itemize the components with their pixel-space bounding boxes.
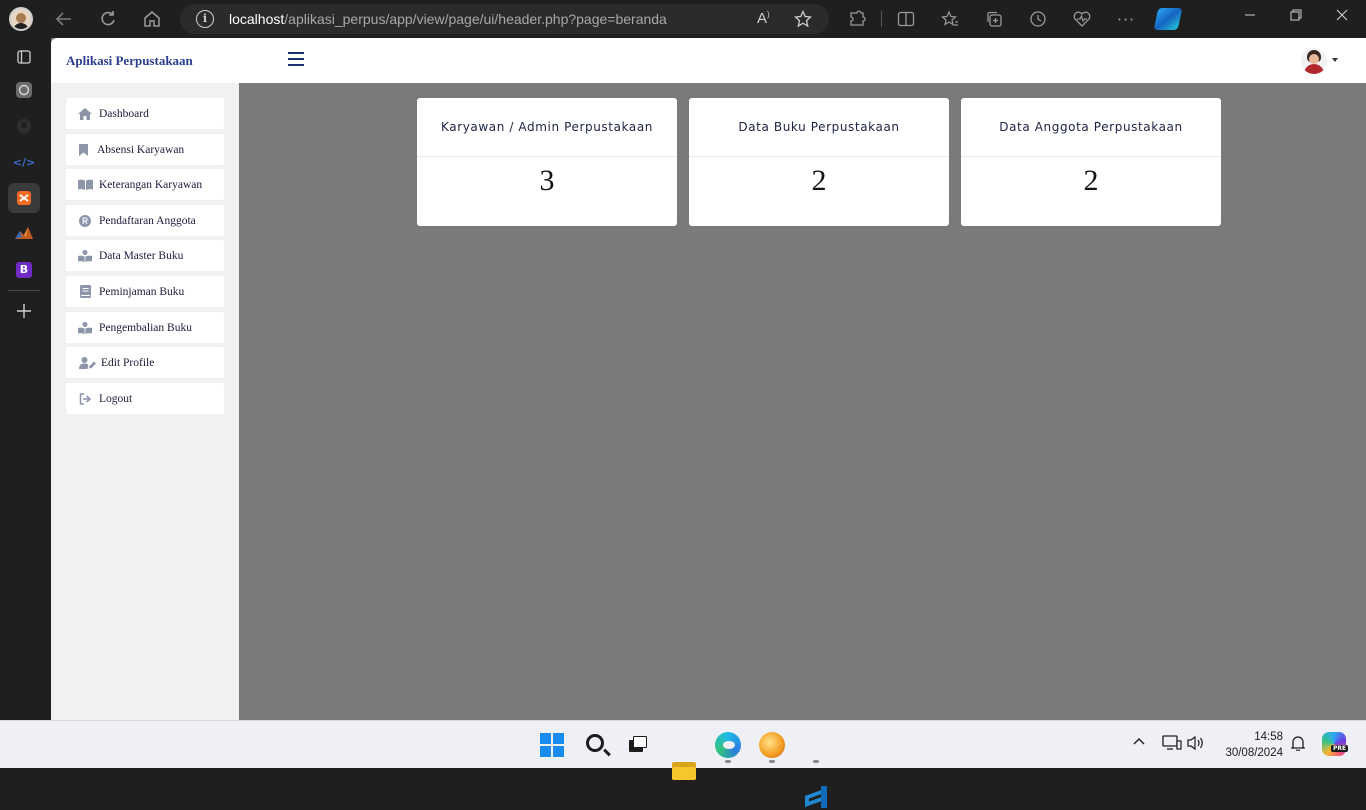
chevron-up-icon[interactable] [1132, 735, 1146, 753]
sidebar-item-logout[interactable]: Logout [66, 383, 224, 414]
book-reader-icon [77, 248, 93, 264]
stat-card-anggota: Data Anggota Perpustakaan 2 [961, 98, 1221, 226]
clock-date: 30/08/2024 [1225, 747, 1283, 759]
sidebar-item-keterangan-karyawan[interactable]: Keterangan Karyawan [66, 169, 224, 200]
registered-icon [77, 213, 93, 229]
clock-time: 14:58 [1254, 731, 1283, 743]
stat-card-buku: Data Buku Perpustakaan 2 [689, 98, 949, 226]
sidebar-item-label: Logout [99, 392, 133, 405]
card-header: Karyawan / Admin Perpustakaan [417, 98, 677, 157]
toolbar-divider [881, 11, 882, 27]
app-sidebar: Dashboard Absensi Karyawan Keterangan Ka… [51, 83, 239, 720]
add-icon[interactable] [12, 299, 36, 323]
copilot-preview-icon[interactable]: PRE [1322, 732, 1349, 756]
bookmark-icon [75, 142, 91, 158]
book-icon [77, 284, 93, 300]
hamburger-menu-icon[interactable] [288, 52, 304, 66]
sidebar-item-edit-profile[interactable]: Edit Profile [66, 347, 224, 378]
more-icon[interactable]: ··· [1114, 7, 1138, 31]
system-clock[interactable]: 14:58 30/08/2024 [1221, 729, 1283, 761]
user-edit-icon [77, 355, 97, 371]
windows-taskbar: 14:58 30/08/2024 PRE [0, 720, 1366, 808]
chevron-down-icon[interactable] [1332, 58, 1338, 62]
split-screen-icon[interactable] [894, 7, 918, 31]
user-avatar[interactable] [1301, 48, 1327, 74]
github-icon[interactable] [12, 114, 36, 138]
openai-icon[interactable] [12, 78, 36, 102]
windows-start-icon[interactable] [540, 733, 564, 757]
card-header: Data Anggota Perpustakaan [961, 98, 1221, 157]
devtools-icon[interactable]: </> [12, 150, 36, 174]
browser-toolbar: i localhost/aplikasi_perpus/app/view/pag… [0, 0, 1366, 38]
card-value: 2 [811, 164, 827, 197]
card-value: 2 [1083, 164, 1099, 197]
info-icon[interactable]: i [196, 10, 214, 28]
sidebar-item-label: Pendaftaran Anggota [99, 214, 196, 227]
web-page: Aplikasi Perpustakaan Dashboard Absensi … [51, 38, 1366, 720]
matlab-icon[interactable] [12, 222, 36, 246]
read-aloud-icon[interactable]: A) [757, 10, 770, 27]
search-icon[interactable] [584, 732, 610, 758]
sidebar-item-label: Keterangan Karyawan [99, 178, 203, 191]
edge-icon[interactable] [715, 732, 741, 758]
card-header: Data Buku Perpustakaan [689, 98, 949, 157]
xampp-icon[interactable] [759, 732, 785, 758]
home-icon [77, 106, 93, 122]
sidebar-item-peminjaman-buku[interactable]: Peminjaman Buku [66, 276, 224, 307]
sidebar-item-label: Pengembalian Buku [99, 321, 192, 334]
sidebar-item-label: Peminjaman Buku [99, 285, 185, 298]
sidebar-item-dashboard[interactable]: Dashboard [66, 98, 224, 129]
stat-card-karyawan: Karyawan / Admin Perpustakaan 3 [417, 98, 677, 226]
vscode-icon[interactable] [803, 784, 829, 810]
xampp-icon[interactable] [8, 183, 40, 213]
network-icon[interactable] [1162, 735, 1182, 755]
minimize-icon[interactable] [1243, 8, 1257, 26]
brand-title[interactable]: Aplikasi Perpustakaan [66, 53, 193, 69]
address-bar[interactable]: i localhost/aplikasi_perpus/app/view/pag… [180, 4, 829, 34]
running-indicator [813, 760, 819, 763]
card-title: Karyawan / Admin Perpustakaan [440, 120, 653, 134]
sidebar-item-absensi-karyawan[interactable]: Absensi Karyawan [66, 134, 224, 165]
open-book-icon [77, 177, 93, 193]
running-indicator [725, 760, 731, 763]
card-title: Data Anggota Perpustakaan [999, 120, 1183, 134]
url-text[interactable]: localhost/aplikasi_perpus/app/view/page/… [229, 11, 667, 27]
restore-icon[interactable] [1289, 8, 1303, 26]
card-value: 3 [539, 164, 555, 197]
favorites-icon[interactable] [938, 7, 962, 31]
notification-bell-icon[interactable] [1290, 735, 1306, 755]
bootstrap-icon[interactable]: B [12, 258, 36, 282]
performance-icon[interactable] [1070, 7, 1094, 31]
sidebar-item-pendaftaran-anggota[interactable]: Pendaftaran Anggota [66, 205, 224, 236]
back-icon[interactable] [52, 7, 76, 31]
sidebar-item-label: Dashboard [99, 107, 149, 120]
file-explorer-icon[interactable] [671, 758, 697, 784]
card-title: Data Buku Perpustakaan [738, 120, 900, 134]
copilot-icon[interactable] [1153, 8, 1183, 30]
close-icon[interactable] [1335, 8, 1349, 26]
browser-profile-avatar[interactable] [9, 7, 33, 31]
sidebar-item-label: Data Master Buku [99, 249, 184, 262]
rail-divider [8, 290, 40, 291]
sidebar-item-pengembalian-buku[interactable]: Pengembalian Buku [66, 312, 224, 343]
task-view-icon[interactable] [625, 732, 651, 758]
volume-icon[interactable] [1187, 735, 1205, 755]
browser-sidebar: </> B [0, 38, 51, 720]
collections-icon[interactable] [982, 7, 1006, 31]
sidebar-item-label: Edit Profile [101, 356, 155, 369]
tab-actions-icon[interactable] [12, 45, 36, 69]
sign-out-icon [77, 391, 93, 407]
refresh-icon[interactable] [96, 7, 120, 31]
running-indicator [769, 760, 775, 763]
favorite-star-icon[interactable] [793, 9, 813, 32]
home-icon[interactable] [140, 7, 164, 31]
sidebar-item-label: Absensi Karyawan [97, 143, 185, 156]
history-icon[interactable] [1026, 7, 1050, 31]
app-header: Aplikasi Perpustakaan [51, 38, 1366, 83]
book-reader-icon [77, 320, 93, 336]
sidebar-item-data-master-buku[interactable]: Data Master Buku [66, 240, 224, 271]
extensions-icon[interactable] [845, 7, 869, 31]
